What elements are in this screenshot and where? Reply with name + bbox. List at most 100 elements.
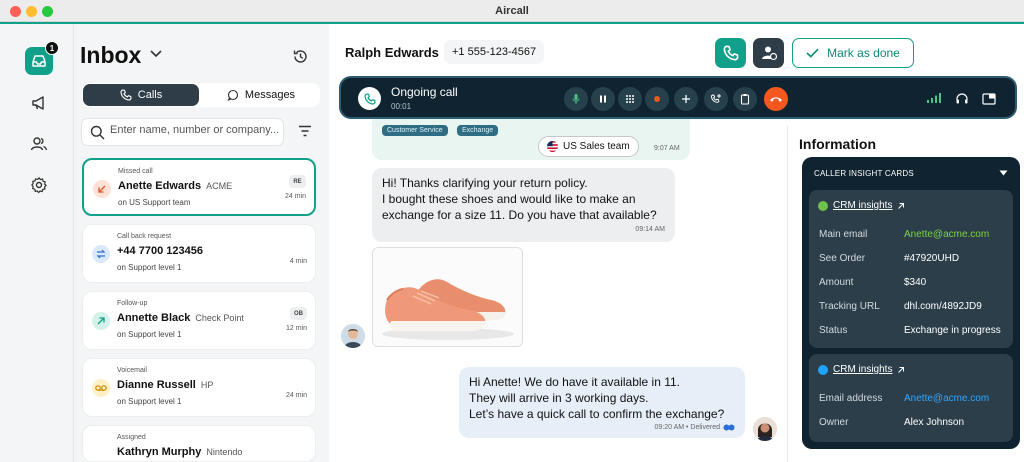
phone-icon xyxy=(120,89,132,101)
us-flag-icon xyxy=(547,141,558,152)
insight-value: #47920UHD xyxy=(904,253,960,264)
tab-calls-label: Calls xyxy=(137,89,163,101)
card-team: on Support level 1 xyxy=(117,330,182,339)
card-name: Anette Edwards ACME xyxy=(118,180,232,192)
microphone-icon xyxy=(572,94,580,104)
card-kind: Voicemail xyxy=(117,367,147,374)
crm-insights-link[interactable]: CRM insights xyxy=(818,364,905,375)
search-input[interactable] xyxy=(110,124,280,136)
active-call-icon xyxy=(358,87,381,110)
rail-contacts[interactable] xyxy=(25,130,53,158)
card-duration: 4 min xyxy=(289,258,307,265)
card-tag: RE xyxy=(289,175,306,188)
follow-up-icon xyxy=(92,312,110,330)
crm-insight-card: CRM insights Main email Anette@acme.com S… xyxy=(809,190,1013,348)
transfer-button[interactable] xyxy=(704,87,728,111)
contact-details-button[interactable] xyxy=(753,38,784,68)
tab-messages-label: Messages xyxy=(244,89,296,101)
missed-call-icon xyxy=(93,180,111,198)
outgoing-message-bubble: Hi Anette! We do have it available in 11… xyxy=(459,367,745,438)
conversation-card[interactable]: Follow-up Annette Black Check Point on Su… xyxy=(82,291,316,350)
previous-message-bubble: Customer Service Exchange xyxy=(372,119,690,160)
popout-icon[interactable] xyxy=(982,92,997,105)
card-tag: OB xyxy=(290,307,307,320)
hold-button[interactable] xyxy=(591,87,615,111)
information-title: Information xyxy=(799,136,876,152)
record-icon xyxy=(654,96,660,102)
voicemail-icon xyxy=(92,379,110,397)
hang-up-icon xyxy=(770,97,782,102)
inbox-badge: 1 xyxy=(45,41,59,55)
insight-key: Main email xyxy=(819,229,868,240)
conversation-card[interactable]: Voicemail Dianne Russell HP on Support le… xyxy=(82,358,316,417)
mark-as-done-button[interactable]: Mark as done xyxy=(792,38,914,68)
insight-value[interactable]: dhl.com/4892JD9 xyxy=(904,301,982,312)
insight-value[interactable]: Anette@acme.com xyxy=(904,393,989,404)
card-name-text: Annette Black xyxy=(117,312,191,324)
chevron-down-icon[interactable] xyxy=(150,50,162,58)
team-pill[interactable]: US Sales team xyxy=(538,136,639,157)
card-company: Nintendo xyxy=(206,447,243,457)
card-name-text: Kathryn Murphy xyxy=(117,446,202,458)
card-company: ACME xyxy=(206,181,233,191)
card-kind: Missed call xyxy=(118,168,153,175)
conversation-tag: Exchange xyxy=(457,125,499,136)
keypad-button[interactable] xyxy=(618,87,642,111)
external-link-icon xyxy=(898,366,905,373)
people-icon xyxy=(30,137,48,151)
inbox-tabs: Calls Messages xyxy=(82,83,320,107)
conversation-card[interactable]: Call back request +44 7700 123456 on Sup… xyxy=(82,224,316,283)
insight-header: CALLER INSIGHT CARDS xyxy=(814,169,914,178)
team-pill-label: US Sales team xyxy=(563,141,630,152)
card-duration: 12 min xyxy=(285,325,307,332)
conversation-card[interactable]: Missed call Anette Edwards ACME on US Sup… xyxy=(82,158,316,216)
card-name: Dianne Russell HP xyxy=(117,379,213,391)
shoe-image-attachment[interactable] xyxy=(372,247,523,347)
rail-campaigns[interactable] xyxy=(25,89,53,117)
history-icon[interactable] xyxy=(292,48,309,65)
call-timer: 00:01 xyxy=(391,102,412,111)
message-line: Hi! Thanks clarifying your return policy… xyxy=(382,176,588,190)
caller-insight-panel: CALLER INSIGHT CARDS CRM insights Main e… xyxy=(802,157,1020,449)
hang-up-button[interactable] xyxy=(764,87,788,111)
contact-number[interactable]: +1 555-123-4567 xyxy=(444,40,545,64)
add-participant-button[interactable] xyxy=(674,87,698,111)
rail-inbox[interactable]: 1 xyxy=(25,41,59,75)
search-box xyxy=(81,118,284,146)
crm-app-icon xyxy=(818,200,828,211)
checkmark-icon xyxy=(806,48,819,58)
conversation-tag: Customer Service xyxy=(382,125,448,136)
caret-down-icon[interactable] xyxy=(999,170,1008,176)
tab-messages[interactable]: Messages xyxy=(203,84,319,106)
mute-button[interactable] xyxy=(564,87,588,111)
card-team: on Support level 1 xyxy=(117,397,182,406)
card-name: Kathryn Murphy Nintendo xyxy=(117,446,242,458)
card-duration: 24 min xyxy=(285,392,307,399)
tab-calls[interactable]: Calls xyxy=(83,84,199,106)
card-kind: Follow-up xyxy=(117,300,148,307)
pause-icon xyxy=(600,95,606,103)
card-kind: Call back request xyxy=(117,233,172,240)
insight-value[interactable]: Anette@acme.com xyxy=(904,229,989,240)
window-title: Aircall xyxy=(495,5,529,17)
notes-button[interactable] xyxy=(733,87,757,111)
filter-icon[interactable] xyxy=(298,125,312,137)
crm-insight-card: CRM insights Email address Anette@acme.co… xyxy=(809,354,1013,442)
headset-icon[interactable] xyxy=(955,92,969,106)
rail-settings[interactable] xyxy=(25,171,53,199)
card-name: +44 7700 123456 xyxy=(117,245,203,257)
contact-name: Ralph Edwards xyxy=(345,45,439,60)
delivered-icon xyxy=(723,424,735,431)
insight-key: Amount xyxy=(819,277,854,288)
insight-value: $340 xyxy=(904,277,927,288)
record-button[interactable] xyxy=(645,87,669,111)
card-name-text: +44 7700 123456 xyxy=(117,245,203,257)
call-button[interactable] xyxy=(715,38,746,68)
conversation-card[interactable]: Assigned Kathryn Murphy Nintendo xyxy=(82,425,316,462)
clipboard-icon xyxy=(740,94,750,105)
insight-key: Status xyxy=(819,325,848,336)
crm-insights-link[interactable]: CRM insights xyxy=(818,200,905,211)
message-line: exchange for a size 11. Do you have that… xyxy=(382,208,657,222)
callback-icon xyxy=(92,245,110,263)
card-team: on Support level 1 xyxy=(117,263,182,272)
